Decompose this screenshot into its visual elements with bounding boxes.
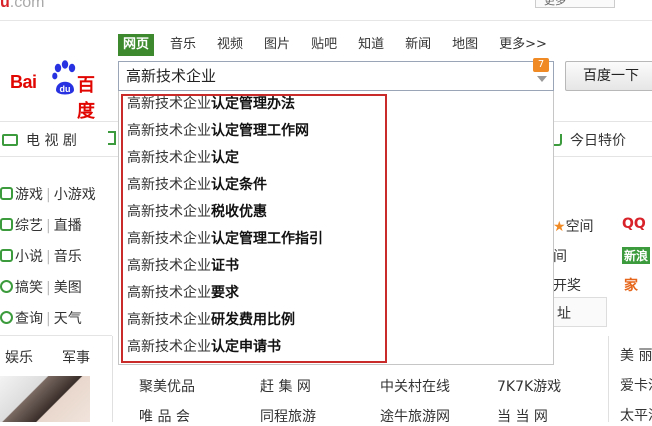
sina-icon: 新浪 (622, 247, 651, 264)
paw-logo-icon: du (52, 60, 76, 95)
site-link[interactable]: 中关村在线 (380, 376, 450, 396)
sidebar-link[interactable]: 搞笑 (15, 280, 43, 296)
search-button[interactable]: 百度一下 (565, 61, 652, 91)
link-fragment-2[interactable]: 间 (553, 246, 567, 266)
link-pconline[interactable]: 太平洋 (620, 405, 652, 425)
category-bracket-icon (108, 131, 116, 145)
tab-tieba[interactable]: 贴吧 (311, 34, 337, 56)
site-link[interactable]: 唯 品 会 (139, 406, 190, 426)
search-tabs: 网页 音乐 视频 图片 贴吧 知道 新闻 地图 更多>> (118, 34, 568, 56)
top-logo-fragment: u.com (0, 0, 45, 11)
sidebar-link[interactable]: 游戏 (15, 187, 43, 203)
site-link[interactable]: 聚美优品 (139, 376, 195, 396)
tab-more[interactable]: 更多>> (499, 34, 547, 56)
sidebar-row-funny: 搞笑 | 美图 (0, 277, 82, 299)
site-link[interactable]: 途牛旅游网 (380, 406, 450, 426)
book-icon (0, 249, 13, 262)
sidebar-row-variety: 综艺 | 直播 (0, 215, 82, 237)
link-aika[interactable]: 爱卡汽 (620, 375, 652, 395)
tab-video[interactable]: 视频 (217, 34, 243, 56)
sidebar-row-query: 查询 | 天气 (0, 308, 82, 330)
smiley-icon (0, 280, 13, 293)
sidebar-row-novels: 小说 | 音乐 (0, 246, 82, 268)
tab-music[interactable]: 音乐 (170, 34, 196, 56)
tab-zhidao[interactable]: 知道 (358, 34, 384, 56)
site-link[interactable]: 7K7K游戏 (497, 376, 561, 396)
tab-images[interactable]: 图片 (264, 34, 290, 56)
sidebar-link[interactable]: 查询 (15, 311, 43, 327)
category-tv[interactable]: 电 视 剧 (2, 130, 77, 150)
baidu-logo[interactable]: Bai du 百度 (6, 58, 110, 122)
sidebar-link[interactable]: 美图 (54, 280, 82, 296)
sidebar-link[interactable]: 小游戏 (54, 187, 96, 203)
category-deals[interactable]: 今日特价 (548, 130, 626, 150)
tab-web[interactable]: 网页 (118, 34, 155, 56)
logo-text-right: 百度 (77, 75, 95, 122)
site-link[interactable]: 赶 集 网 (260, 376, 311, 396)
site-link[interactable]: 当 当 网 (497, 406, 548, 426)
tab-military[interactable]: 军事 (62, 350, 90, 366)
news-thumbnail-image[interactable] (0, 376, 90, 422)
site-link[interactable]: 同程旅游 (260, 406, 316, 426)
sidebar-row-games: 游戏 | 小游戏 (0, 184, 96, 206)
sidebar-link[interactable]: 音乐 (54, 249, 82, 265)
magnifier-icon (0, 311, 13, 324)
paw-logo-text: du (60, 84, 71, 94)
tab-entertainment[interactable]: 娱乐 (5, 350, 33, 366)
link-qzone[interactable]: ★空间 (553, 216, 594, 236)
search-input[interactable]: 高新技术企业 (118, 61, 554, 91)
link-lottery[interactable]: 开奖 (553, 275, 581, 295)
suggestion-count-badge: 7 (533, 58, 549, 72)
sidebar-link[interactable]: 天气 (54, 311, 82, 327)
top-divider (0, 20, 652, 21)
top-more-button[interactable]: 更多 (535, 0, 615, 8)
tab-map[interactable]: 地图 (452, 34, 478, 56)
dropdown-caret-icon[interactable] (537, 76, 547, 82)
column-divider (112, 336, 113, 422)
home-icon: 家 (624, 278, 638, 294)
sidebar-link[interactable]: 直播 (54, 218, 82, 234)
tab-news[interactable]: 新闻 (405, 34, 431, 56)
gamepad-icon (0, 187, 13, 200)
highlight-annotation-box (121, 94, 387, 363)
sidebar-link[interactable]: 综艺 (15, 218, 43, 234)
qq-icon: QQ (622, 216, 646, 232)
logo-text-left: Bai (10, 72, 37, 92)
column-divider (608, 336, 609, 422)
film-icon (0, 218, 13, 231)
link-beauty[interactable]: 美 丽 (620, 345, 652, 365)
sidebar-divider (0, 335, 112, 336)
tv-icon (2, 134, 18, 146)
sidebar-link[interactable]: 小说 (15, 249, 43, 265)
content-tabs: 娱乐 军事 (0, 347, 114, 367)
